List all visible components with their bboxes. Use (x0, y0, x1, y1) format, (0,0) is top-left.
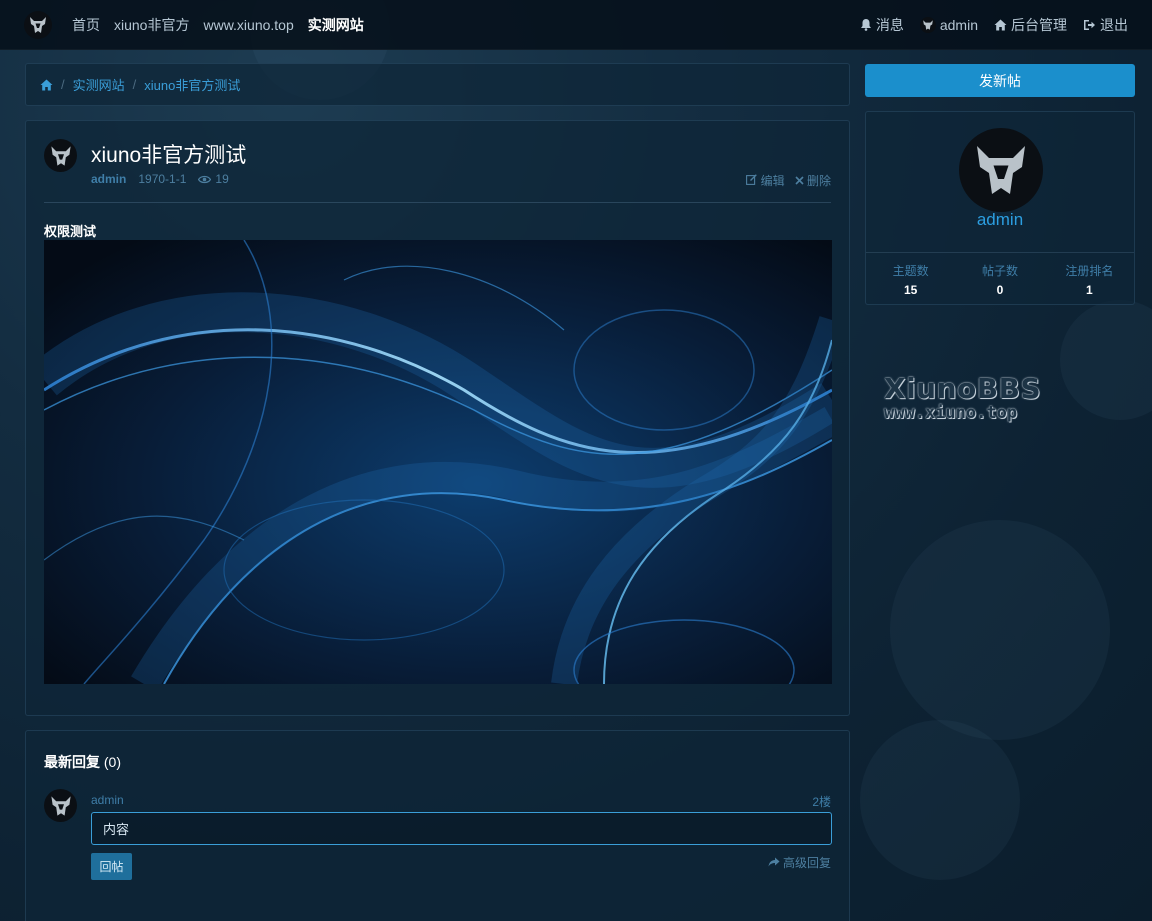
nav-user-menu: 消息 admin 后台管理 退出 (860, 15, 1128, 35)
user-card: admin 主题数 15 帖子数 0 注册排名 1 (865, 111, 1135, 305)
edit-label: 编辑 (760, 174, 785, 188)
eye-icon (198, 175, 212, 183)
view-count-value: 19 (215, 172, 229, 186)
admin-panel-label: 后台管理 (1011, 16, 1067, 33)
thread-date: 1970-1-1 (138, 172, 187, 186)
background-bokeh (860, 720, 1020, 880)
watermark-url: www.xiuno.top (884, 403, 1018, 423)
user-stats: 主题数 15 帖子数 0 注册排名 1 (866, 262, 1134, 297)
stat-posts: 帖子数 0 (955, 262, 1044, 297)
site-logo[interactable] (24, 10, 52, 39)
logout-label: 退出 (1100, 16, 1128, 33)
view-count: 19 (198, 172, 229, 186)
breadcrumb-forum[interactable]: 实测网站 (73, 75, 125, 94)
breadcrumb-separator: / (132, 77, 137, 92)
user-avatar[interactable] (959, 128, 1043, 212)
messages-link[interactable]: 消息 (860, 15, 904, 35)
nav-link-home[interactable]: 首页 (72, 15, 100, 35)
post-actions: 编辑 删除 (746, 172, 831, 189)
bell-icon (860, 19, 871, 31)
close-icon (795, 176, 804, 185)
thread-meta: admin 1970-1-1 19 (91, 172, 229, 186)
user-card-username[interactable]: admin (866, 210, 1134, 230)
stat-rank: 注册排名 1 (1045, 262, 1134, 297)
horned-helmet-icon (923, 19, 933, 30)
home-icon[interactable] (40, 79, 53, 91)
reply-avatar (44, 789, 77, 822)
messages-label: 消息 (875, 16, 904, 33)
thread-author[interactable]: admin (91, 172, 126, 186)
reply-floor: 2楼 (812, 795, 831, 809)
horned-helmet-icon (30, 16, 46, 33)
nav-link-xiuno[interactable]: xiuno非官方 (114, 15, 189, 35)
logout-icon (1084, 19, 1095, 30)
divider (866, 252, 1134, 253)
stat-threads: 主题数 15 (866, 262, 955, 297)
delete-button[interactable]: 删除 (795, 172, 831, 189)
home-icon (994, 19, 1007, 30)
horned-helmet-icon (50, 795, 71, 816)
submit-reply-button[interactable]: 回帖 (91, 853, 132, 880)
reply-heading-label: 最新回复 (44, 754, 100, 770)
horned-helmet-icon (977, 146, 1025, 194)
reply-count: (0) (103, 754, 122, 770)
nav-link-test-site[interactable]: 实测网站 (308, 15, 364, 35)
watermark-title: XiunoBBS (884, 372, 1042, 405)
site-watermark: XiunoBBS www.xiuno.top (884, 372, 1041, 423)
stat-label: 注册排名 (1065, 264, 1114, 278)
author-avatar[interactable] (44, 139, 77, 172)
breadcrumb-separator: / (61, 77, 65, 92)
breadcrumb-thread[interactable]: xiuno非官方测试 (144, 75, 240, 94)
background-bokeh (1060, 300, 1152, 420)
abstract-smoke-image (44, 240, 832, 684)
reply-section: 最新回复 (0) admin 2楼 回帖 高级回复 (25, 730, 850, 921)
logout-link[interactable]: 退出 (1083, 15, 1128, 35)
avatar (919, 16, 936, 33)
edit-icon (746, 174, 758, 185)
stat-value: 0 (996, 283, 1004, 297)
stat-value: 15 (903, 283, 918, 297)
top-navbar: 首页 xiuno非官方 www.xiuno.top 实测网站 消息 admin … (0, 0, 1152, 50)
horned-helmet-icon (50, 145, 71, 166)
stat-label: 帖子数 (981, 264, 1018, 278)
stat-label: 主题数 (892, 264, 929, 278)
thread-title: xiuno非官方测试 (91, 144, 247, 167)
reply-icon (768, 857, 780, 867)
advanced-reply-label: 高级回复 (782, 856, 831, 870)
admin-panel-link[interactable]: 后台管理 (994, 15, 1067, 35)
edit-button[interactable]: 编辑 (746, 172, 785, 189)
background-bokeh (890, 520, 1110, 740)
user-menu-link[interactable]: admin (919, 16, 978, 33)
post-image (44, 240, 832, 684)
reply-input[interactable] (91, 812, 832, 845)
new-thread-button[interactable]: 发新帖 (865, 64, 1135, 97)
divider (44, 202, 831, 203)
advanced-reply-link[interactable]: 高级回复 (768, 854, 831, 871)
stat-value: 1 (1085, 283, 1093, 297)
breadcrumb: / 实测网站 / xiuno非官方测试 (25, 63, 850, 106)
reply-username: admin (91, 793, 124, 807)
reply-heading: 最新回复 (0) (44, 752, 121, 772)
thread-post: xiuno非官方测试 admin 1970-1-1 19 编辑 删除 权限测试 (25, 120, 850, 716)
nav-link-site[interactable]: www.xiuno.top (203, 17, 293, 33)
post-content-text: 权限测试 (44, 224, 97, 239)
nav-links: 首页 xiuno非官方 www.xiuno.top 实测网站 (72, 15, 364, 35)
username-label: admin (939, 16, 978, 33)
delete-label: 删除 (806, 174, 831, 188)
